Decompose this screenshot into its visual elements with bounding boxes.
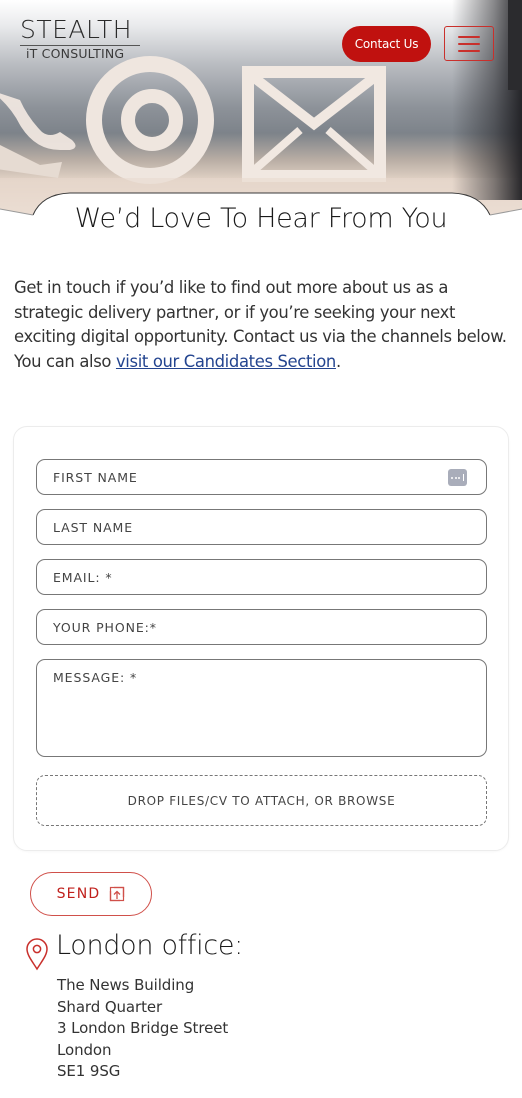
last-name-field[interactable]: LAST NAME [36, 509, 487, 545]
logo-main-text: STEALTH [20, 15, 133, 44]
message-field[interactable]: MESSAGE: * [36, 659, 487, 757]
intro-paragraph: Get in touch if you’d like to find out m… [14, 276, 514, 374]
file-dropzone[interactable]: DROP FILES/CV TO ATTACH, OR BROWSE [36, 775, 487, 826]
intro-trailing: . [335, 351, 341, 371]
logo-sub-text: iT CONSULTING [26, 46, 125, 61]
contact-us-button[interactable]: Contact Us [342, 26, 431, 62]
phone-icon [0, 93, 76, 178]
menu-button[interactable] [444, 26, 494, 61]
candidates-section-link[interactable]: visit our Candidates Section [116, 352, 336, 371]
dropzone-label: DROP FILES/CV TO ATTACH, OR BROWSE [127, 793, 396, 808]
first-name-field[interactable]: FIRST NAME [36, 459, 487, 495]
office-address: The News Building Shard Quarter 3 London… [57, 975, 228, 1083]
autofill-contact-icon[interactable] [448, 469, 467, 486]
send-button[interactable]: SEND [30, 872, 152, 916]
last-name-placeholder: LAST NAME [53, 519, 134, 535]
address-line: London [57, 1040, 112, 1059]
page-title: We’d Love To Hear From You [74, 203, 448, 234]
contact-form: FIRST NAME LAST NAME EMAIL: * YOUR PHONE… [13, 426, 509, 851]
address-line: The News Building [57, 976, 195, 994]
logo[interactable]: STEALTH iT CONSULTING [20, 16, 142, 61]
map-pin-icon [26, 938, 48, 971]
hamburger-menu-icon [458, 35, 480, 52]
address-line: 3 London Bridge Street [57, 1019, 229, 1037]
envelope-icon [242, 66, 386, 182]
first-name-placeholder: FIRST NAME [53, 469, 138, 485]
hero-banner: STEALTH iT CONSULTING Contact Us [0, 0, 522, 215]
phone-placeholder: YOUR PHONE:* [53, 619, 157, 635]
scrollbar[interactable] [508, 0, 522, 90]
office-title: London office: [56, 930, 243, 961]
address-line: Shard Quarter [57, 997, 163, 1016]
send-label: SEND [56, 886, 101, 902]
phone-field[interactable]: YOUR PHONE:* [36, 609, 487, 645]
email-placeholder: EMAIL: * [53, 569, 113, 585]
email-field[interactable]: EMAIL: * [36, 559, 487, 595]
upload-icon [110, 886, 125, 902]
at-sign-icon [86, 56, 214, 184]
address-line: SE1 9SG [57, 1062, 121, 1080]
message-placeholder: MESSAGE: * [53, 670, 138, 685]
